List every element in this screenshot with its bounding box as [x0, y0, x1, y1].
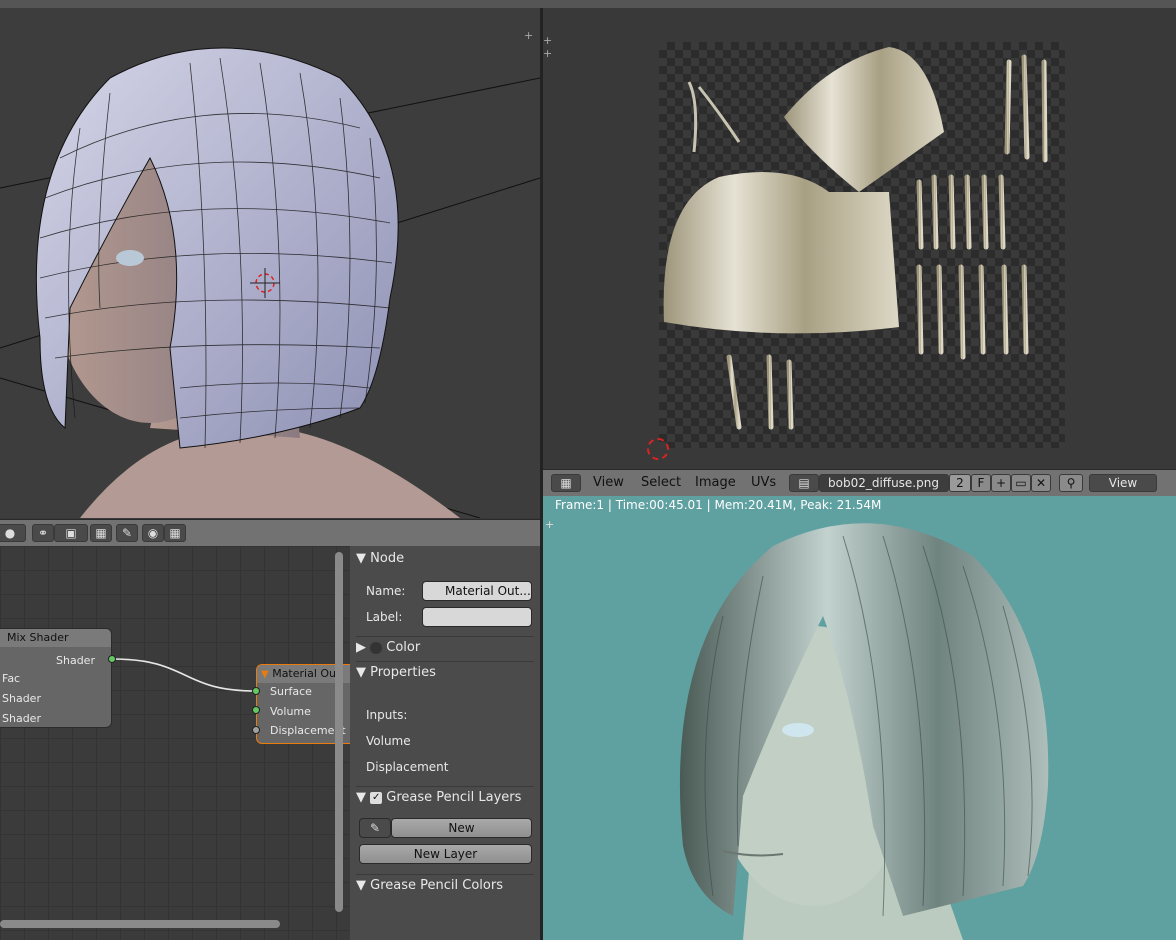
shading-mode-select[interactable]: ● — [0, 524, 26, 542]
vertical-scrollbar[interactable] — [335, 552, 343, 912]
render-image — [679, 523, 1049, 940]
grease-layers-header[interactable]: ▼ ✓ Grease Pencil Layers — [356, 786, 534, 809]
paste-icon[interactable]: ✎ — [116, 524, 138, 542]
open-image-icon[interactable]: ▭ — [1011, 474, 1031, 492]
node-label-field[interactable] — [422, 607, 532, 627]
node-name-field[interactable]: Material Out... — [422, 581, 532, 601]
grease-colors-header[interactable]: ▼ Grease Pencil Colors — [356, 874, 534, 897]
mix-shader-input-shader-1: Shader — [2, 692, 41, 705]
collapse-arrow-icon[interactable]: ▼ — [261, 669, 269, 680]
properties-displacement-label: Displacement — [366, 760, 449, 774]
body-shoulders — [80, 427, 460, 518]
view-mode-select[interactable]: View — [1089, 474, 1157, 492]
menu-image[interactable]: Image — [695, 475, 736, 490]
texture-canvas[interactable] — [659, 42, 1065, 448]
menu-uvs[interactable]: UVs — [751, 475, 776, 490]
render-view[interactable]: Frame:1 | Time:00:45.01 | Mem:20.41M, Pe… — [543, 496, 1176, 940]
mix-shader-title: Mix Shader — [0, 629, 111, 647]
image-editor-header: ▦ View Select Image UVs ▤ bob02_diffuse.… — [543, 469, 1176, 496]
fake-user-button[interactable]: F — [971, 474, 991, 492]
color-toggle-icon[interactable] — [370, 641, 383, 654]
top-bar — [0, 0, 1176, 8]
material-input-surface: Surface — [270, 685, 312, 698]
grease-pencil-browse[interactable]: ✎ — [359, 818, 391, 838]
mix-shader-output-socket[interactable] — [108, 655, 116, 663]
label-label: Label: — [366, 610, 403, 624]
editor-type-menu[interactable]: ▦ — [551, 474, 581, 492]
material-surface-socket[interactable] — [252, 687, 260, 695]
color-panel-header[interactable]: ▶ Color — [356, 636, 534, 659]
snap-element-select[interactable]: ▣ — [54, 524, 88, 542]
properties-sidebar: ▼ Node Name: Material Out... Label: ▶ Co… — [350, 546, 540, 940]
menu-view[interactable]: View — [593, 475, 624, 490]
grease-layers-checkbox[interactable]: ✓ — [370, 791, 383, 804]
image-editor[interactable]: + + — [543, 8, 1176, 469]
area-split-widget[interactable]: + + — [543, 34, 563, 60]
render-icon[interactable]: ◉ — [142, 524, 164, 542]
node-editor[interactable]: Mix Shader Shader Fac Shader Shader ▼ Ma… — [0, 546, 350, 940]
image-users-count[interactable]: 2 — [949, 474, 971, 492]
properties-inputs-label: Inputs: — [366, 708, 408, 722]
snap-icon[interactable]: ⚭ — [32, 524, 54, 542]
viewport-scene — [0, 47, 540, 518]
unlink-image-icon[interactable]: ✕ — [1031, 474, 1051, 492]
grease-new-button[interactable]: New — [391, 818, 532, 838]
properties-volume-label: Volume — [366, 734, 411, 748]
node-tree-icon[interactable]: ▦ — [90, 524, 112, 542]
menu-select[interactable]: Select — [641, 475, 681, 490]
new-image-icon[interactable]: + — [991, 474, 1011, 492]
material-displacement-socket[interactable] — [252, 726, 260, 734]
node-panel-header[interactable]: ▼ Node — [356, 548, 534, 570]
mix-shader-input-fac: Fac — [2, 672, 21, 685]
horizontal-scrollbar[interactable] — [0, 920, 280, 928]
mix-shader-output-label: Shader — [56, 654, 95, 667]
movie-clip-icon[interactable]: ▦ — [164, 524, 186, 542]
area-split-widget[interactable]: + — [524, 30, 536, 42]
2d-cursor — [647, 438, 669, 460]
material-output-title: Material Out — [272, 667, 341, 680]
pin-icon[interactable]: ⚲ — [1059, 474, 1083, 492]
image-browse-button[interactable]: ▤ — [789, 474, 819, 492]
mix-shader-input-shader-2: Shader — [2, 712, 41, 725]
material-volume-socket[interactable] — [252, 706, 260, 714]
material-input-volume: Volume — [270, 705, 311, 718]
new-layer-button[interactable]: New Layer — [359, 844, 532, 864]
name-label: Name: — [366, 584, 406, 598]
node-editor-header: ● ⚭ ▣ ▦ ✎ ◉ ▦ — [0, 519, 540, 546]
properties-panel-header[interactable]: ▼ Properties — [356, 661, 534, 684]
hair-texture — [663, 47, 1048, 430]
eye — [116, 250, 144, 266]
image-name-field[interactable]: bob02_diffuse.png — [819, 474, 949, 492]
shader-link — [111, 658, 257, 692]
3d-viewport[interactable]: + — [0, 8, 540, 518]
